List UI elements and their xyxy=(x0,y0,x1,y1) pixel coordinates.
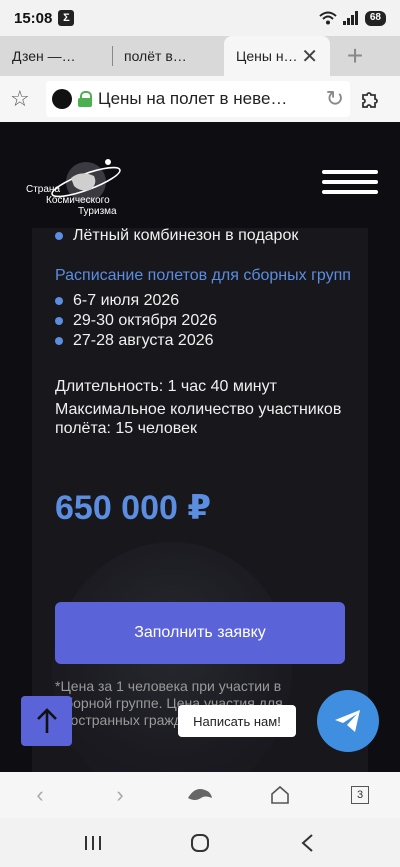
tab-count: 3 xyxy=(351,786,369,804)
site-header: Страна Космического Туризма xyxy=(0,122,400,228)
menu-hamburger-icon[interactable] xyxy=(322,170,378,194)
scroll-up-button[interactable] xyxy=(21,696,72,746)
submit-application-button[interactable]: Заполнить заявку xyxy=(55,602,345,664)
close-icon[interactable]: ✕ xyxy=(301,44,318,69)
plus-icon: + xyxy=(346,40,364,71)
signal-icon xyxy=(342,11,358,25)
clock: 15:08 xyxy=(14,9,53,27)
tab-label: Дзен —… xyxy=(12,48,76,64)
bookmark-star-icon[interactable]: ☆ xyxy=(10,86,46,112)
address-row: ☆ Цены на полет в неве… ↻ xyxy=(0,76,400,122)
wifi-icon xyxy=(319,11,337,25)
lock-icon[interactable] xyxy=(78,91,92,107)
max-participants-text: Максимальное количество участников полёт… xyxy=(55,401,342,437)
web-page: Страна Космического Туризма Лётный комби… xyxy=(0,122,400,772)
home-icon[interactable] xyxy=(260,775,300,815)
card-content: Лётный комбинезон в подарок Расписание п… xyxy=(55,226,375,528)
chat-tooltip[interactable]: Написать нам! xyxy=(178,705,296,737)
bullet-icon xyxy=(55,317,63,325)
bullet-icon xyxy=(55,297,63,305)
home-nav-icon[interactable] xyxy=(180,823,220,863)
bullet-icon xyxy=(55,232,63,240)
status-icons: 68 xyxy=(319,10,386,26)
address-bar[interactable]: Цены на полет в неве… ↻ xyxy=(46,81,350,117)
extensions-puzzle-icon[interactable] xyxy=(350,88,390,110)
back-nav-icon[interactable] xyxy=(287,823,327,863)
tab-dzen[interactable]: Дзен —… xyxy=(0,36,112,76)
tab-strip: Дзен —… полёт в… Цены н… ✕ + xyxy=(0,36,400,76)
system-nav-bar xyxy=(0,818,400,867)
schedule-date: 6-7 июля 2026 xyxy=(55,291,375,311)
recent-apps-icon[interactable] xyxy=(73,823,113,863)
telegram-chat-button[interactable] xyxy=(317,690,379,752)
tab-active-prices[interactable]: Цены н… ✕ xyxy=(224,36,330,76)
status-bar: 15:08 Σ 68 xyxy=(0,0,400,36)
bullet-icon xyxy=(55,337,63,345)
forward-icon[interactable]: › xyxy=(100,775,140,815)
tab-label: полёт в… xyxy=(124,48,187,64)
new-tab-button[interactable]: + xyxy=(330,36,380,76)
browser-toolbar: ‹ › 3 xyxy=(0,772,400,818)
battery-icon: 68 xyxy=(364,10,386,26)
arrow-up-icon xyxy=(36,708,57,733)
tabs-overview-button[interactable]: 3 xyxy=(340,775,380,815)
tab-polet[interactable]: полёт в… xyxy=(112,36,224,76)
notification-icon: Σ xyxy=(58,10,75,26)
schedule-date: 29-30 октября 2026 xyxy=(55,311,375,331)
schedule-date: 27-28 августа 2026 xyxy=(55,331,375,351)
logo-text: Страна Космического Туризма xyxy=(26,184,117,217)
site-favicon-icon xyxy=(52,89,72,109)
back-icon[interactable]: ‹ xyxy=(20,775,60,815)
address-text[interactable]: Цены на полет в неве… xyxy=(98,89,320,109)
tab-label: Цены н… xyxy=(236,48,298,64)
duration-text: Длительность: 1 час 40 минут xyxy=(55,378,277,395)
screen: 15:08 Σ 68 Дзен —… полёт в… Цены н… ✕ + … xyxy=(0,0,400,867)
telegram-icon xyxy=(335,710,360,732)
browser-logo-icon[interactable] xyxy=(180,775,220,815)
site-logo[interactable]: Страна Космического Туризма xyxy=(26,148,136,218)
reload-icon[interactable]: ↻ xyxy=(326,86,344,112)
schedule-title: Расписание полетов для сборных групп xyxy=(55,267,351,284)
list-item: Лётный комбинезон в подарок xyxy=(55,226,375,246)
price: 650 000 ₽ xyxy=(55,489,212,527)
